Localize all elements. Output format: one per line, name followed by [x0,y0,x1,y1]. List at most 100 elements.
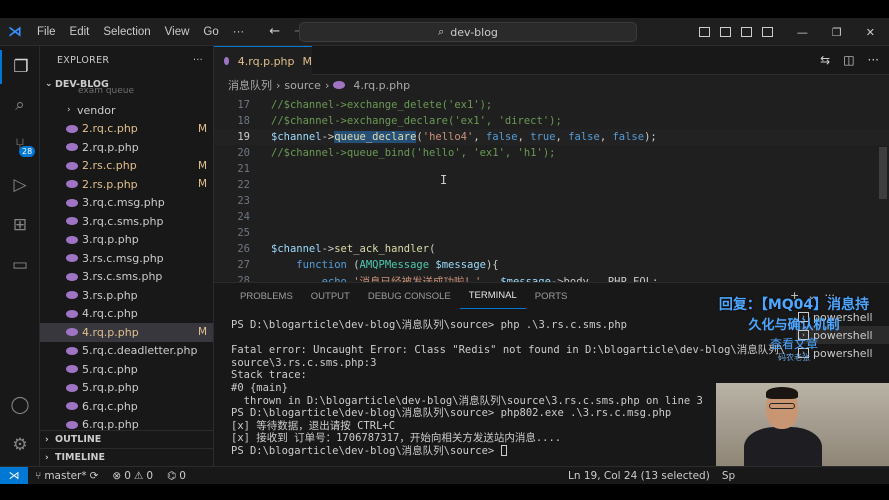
toggle-secondary-sidebar-icon[interactable] [740,27,752,37]
code-line-current[interactable]: 19 $channel->queue_declare('hello4', fals… [214,129,889,145]
toggle-sidebar-icon[interactable] [698,27,710,37]
line-number: 22 [237,179,250,191]
tab-ports[interactable]: PORTS [526,283,577,309]
customize-layout-icon[interactable] [761,27,773,37]
tree-file[interactable]: 3.rq.p.php [40,231,213,250]
code-line[interactable]: 22 [214,177,889,193]
modified-badge: M [198,122,208,135]
tree-item-label: 5.rq.c.deadletter.php [82,344,198,358]
indentation-status[interactable]: Sp [722,470,735,482]
settings-gear-icon[interactable]: ⚙ [0,428,40,462]
minimize-icon[interactable]: — [797,26,808,39]
tree-row-partial[interactable]: exam queue [40,86,213,96]
breadcrumb-separator-icon: › [276,78,281,92]
explorer-header: EXPLORER ··· [40,46,213,74]
code-line[interactable]: 17 //$channel->exchange_delete('ex1'); [214,97,889,113]
toggle-panel-icon[interactable] [719,27,731,37]
breadcrumb-file[interactable]: 4.rq.p.php [353,79,410,92]
remote-icon[interactable]: ⋊ [0,466,28,485]
php-file-icon [66,383,78,392]
tree-file[interactable]: 5.rq.c.deadletter.php [40,342,213,361]
outline-section[interactable]: › OUTLINE [40,430,213,448]
warning-icon: ⚠ [133,469,144,482]
account-icon[interactable]: ◯ [0,388,40,422]
tree-file[interactable]: 2.rq.p.php [40,138,213,157]
search-view-icon[interactable]: ⌕ [0,88,40,122]
branch-status[interactable]: ⑂ master* ⟳ [28,470,105,482]
close-window-icon[interactable]: ✕ [866,26,875,39]
ports-status[interactable]: ⌬ 0 [160,470,193,482]
command-center[interactable]: ⌕ dev-blog [299,22,637,42]
compare-changes-icon[interactable]: ⇆ [820,53,830,67]
extensions-icon[interactable]: ⊞ [0,208,40,242]
tree-folder[interactable]: › vendor [40,101,213,120]
terminal-line: Stack trace: [231,369,307,382]
code-editor[interactable]: 17 //$channel->exchange_delete('ex1'); 18… [214,95,889,282]
tree-file[interactable]: 2.rs.p.php M [40,175,213,194]
tree-file[interactable]: 2.rq.c.php M [40,120,213,139]
tree-file[interactable]: 2.rs.c.php M [40,157,213,176]
code-line[interactable]: 23 [214,193,889,209]
tree-file[interactable]: 3.rs.c.sms.php [40,268,213,287]
code-line[interactable]: 28 echo '消息已经被发送成功啦！' . $message->body .… [214,273,889,282]
remote-explorer-icon[interactable]: ▭ [0,248,40,282]
tab-modified-badge: M [302,54,313,68]
run-debug-icon[interactable]: ▷ [0,168,40,202]
menu-view[interactable]: View [158,26,197,38]
tree-file[interactable]: 5.rq.c.php [40,360,213,379]
tree-item-label: 2.rq.c.php [82,122,138,136]
error-count: 0 [124,469,131,482]
menu-go[interactable]: Go [196,26,225,38]
tree-file[interactable]: 4.rq.c.php [40,305,213,324]
tab-problems[interactable]: PROBLEMS [231,283,302,309]
tab-debug-console[interactable]: DEBUG CONSOLE [359,283,460,309]
code-line[interactable]: 20 //$channel->queue_bind('hello', 'ex1',… [214,145,889,161]
tree-file[interactable]: 4.rq.p.php M [40,323,213,342]
menu-edit[interactable]: Edit [63,26,97,38]
tab-output[interactable]: OUTPUT [302,283,359,309]
code-text: $channel->set_ack_handler( [271,243,436,255]
php-file-icon [66,235,78,244]
terminal-line: #0 {main} [231,381,288,394]
php-file-icon [66,143,78,152]
breadcrumb-folder-1[interactable]: 消息队列 [228,77,272,93]
code-line[interactable]: 27 function (AMQPMessage $message){ [214,257,889,273]
menu-file[interactable]: File [30,26,63,38]
menu-selection[interactable]: Selection [96,26,157,38]
tree-file[interactable]: 6.rq.c.php [40,397,213,416]
php-file-icon [66,161,78,170]
source-control-icon[interactable]: ⑂ 28 [0,128,40,162]
timeline-section[interactable]: › TIMELINE [40,448,213,466]
code-line[interactable]: 25 [214,225,889,241]
menu-more[interactable]: ··· [226,26,252,38]
tab-terminal[interactable]: TERMINAL [459,283,526,309]
line-number: 18 [237,115,250,127]
tree-file[interactable]: 5.rq.p.php [40,379,213,398]
terminal-output[interactable]: PS D:\blogarticle\dev-blog\消息队列\source> … [231,319,785,458]
line-number: 19 [237,131,250,143]
breadcrumb-folder-2[interactable]: source [284,79,321,92]
sync-icon: ⟳ [89,469,99,482]
problems-status[interactable]: ⊗ 0 ⚠ 0 [105,470,160,482]
tree-file[interactable]: 3.rq.c.msg.php [40,194,213,213]
code-line[interactable]: 24 [214,209,889,225]
ports-count: 0 [179,469,186,482]
more-actions-icon[interactable]: ··· [193,55,203,66]
tree-file[interactable]: 3.rq.c.sms.php [40,212,213,231]
split-editor-icon[interactable]: ◫ [843,53,854,67]
tree-item-label: 4.rq.p.php [82,325,139,339]
tab-4-rq-p-php[interactable]: 4.rq.p.php M [214,46,312,75]
restore-icon[interactable]: ❐ [832,26,842,39]
modified-badge: M [198,159,208,172]
editor-scrollbar[interactable] [879,147,887,199]
back-arrow-icon[interactable]: ← [269,24,280,39]
code-line[interactable]: 26 $channel->set_ack_handler( [214,241,889,257]
tree-file[interactable]: 3.rs.p.php [40,286,213,305]
code-line[interactable]: 18 //$channel->exchange_declare('ex1', 'd… [214,113,889,129]
editor-more-icon[interactable]: ··· [868,53,879,67]
cursor-position[interactable]: Ln 19, Col 24 (13 selected) [568,470,710,482]
explorer-icon[interactable]: ❐ [0,50,40,84]
code-line[interactable]: 21 [214,161,889,177]
tree-file[interactable]: 3.rs.c.msg.php [40,249,213,268]
tree-item-label: 5.rq.c.php [82,362,138,376]
